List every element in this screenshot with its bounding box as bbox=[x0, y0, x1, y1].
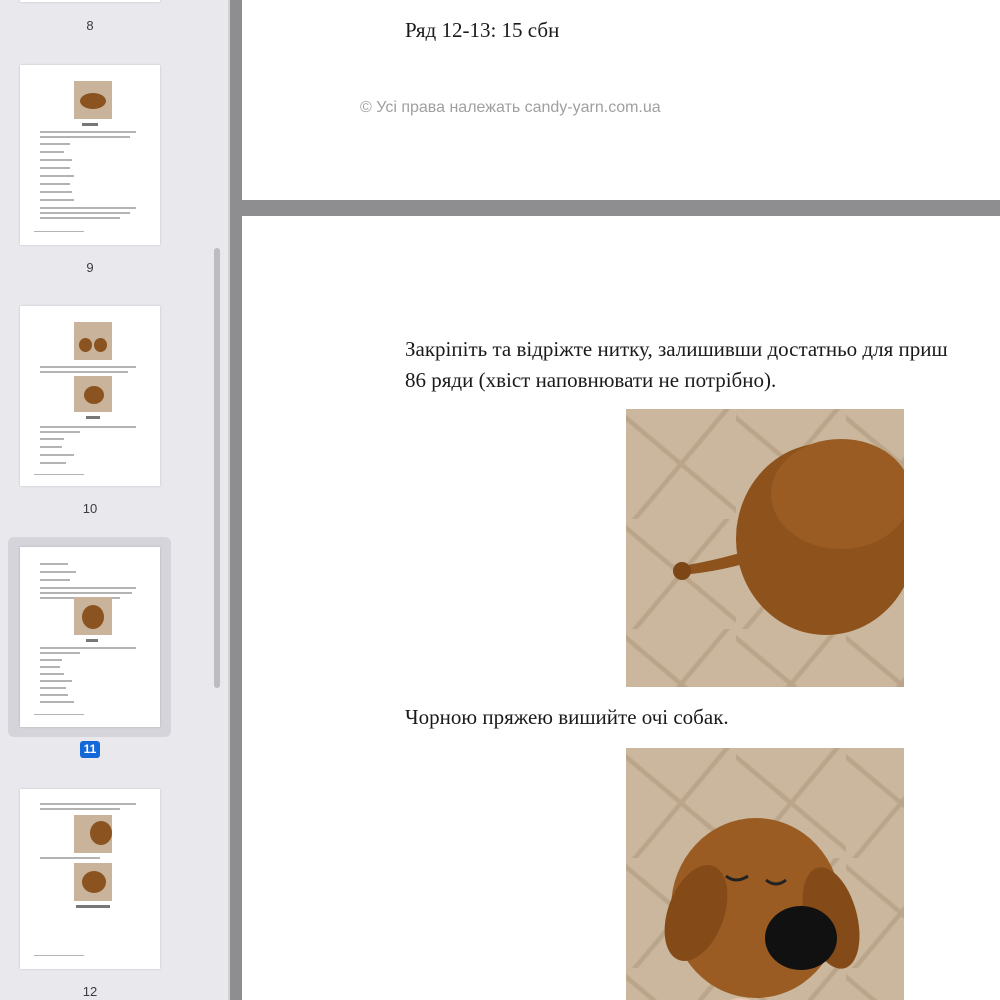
thumbnail-photo bbox=[74, 597, 112, 635]
thumbnail-heading bbox=[76, 905, 110, 908]
thumbnail-photo bbox=[74, 815, 112, 853]
page-number-10: 10 bbox=[82, 501, 98, 516]
thumbnail-heading bbox=[86, 416, 100, 419]
page-number-12: 12 bbox=[82, 984, 98, 999]
paragraph-line-2: 86 ряди (хвіст наповнювати не потрібно). bbox=[405, 368, 777, 392]
page-number-11-badge: 11 bbox=[80, 741, 100, 758]
tail-photo bbox=[626, 409, 904, 687]
thumbnail-photo bbox=[74, 376, 112, 412]
document-viewer: Ряд 12-13: 15 сбн © Усі права належать c… bbox=[230, 0, 1000, 1000]
thumbnail-photo bbox=[74, 863, 112, 901]
thumbnail-heading bbox=[82, 123, 98, 126]
thumbnail-photo bbox=[74, 81, 112, 119]
thumbnail-sidebar: 8 9 10 11 12 bbox=[0, 0, 228, 1000]
thumbnail-page-12[interactable] bbox=[20, 789, 160, 969]
sidebar-scrollbar[interactable] bbox=[214, 248, 220, 688]
page-number-9: 9 bbox=[86, 260, 94, 275]
page-number-8: 8 bbox=[86, 18, 94, 33]
thumbnail-photo bbox=[74, 322, 112, 360]
thumbnail-page-8[interactable] bbox=[20, 0, 160, 2]
thumbnail-heading bbox=[86, 639, 98, 642]
dog-head-photo bbox=[626, 748, 904, 1000]
paragraph-line-1: Закріпіть та відріжте нитку, залишивши д… bbox=[405, 337, 948, 361]
document-page-10: Ряд 12-13: 15 сбн © Усі права належать c… bbox=[242, 0, 1000, 200]
copyright-notice: © Усі права належать candy-yarn.com.ua bbox=[360, 99, 661, 116]
thumbnail-page-9[interactable] bbox=[20, 65, 160, 245]
thumbnail-page-10[interactable] bbox=[20, 306, 160, 486]
document-page-11: Закріпіть та відріжте нитку, залишивши д… bbox=[242, 216, 1000, 1000]
eyes-caption: Чорною пряжею вишийте очі собак. bbox=[405, 705, 729, 729]
thumbnail-page-11[interactable] bbox=[20, 547, 160, 727]
row-instruction: Ряд 12-13: 15 сбн bbox=[405, 18, 560, 42]
